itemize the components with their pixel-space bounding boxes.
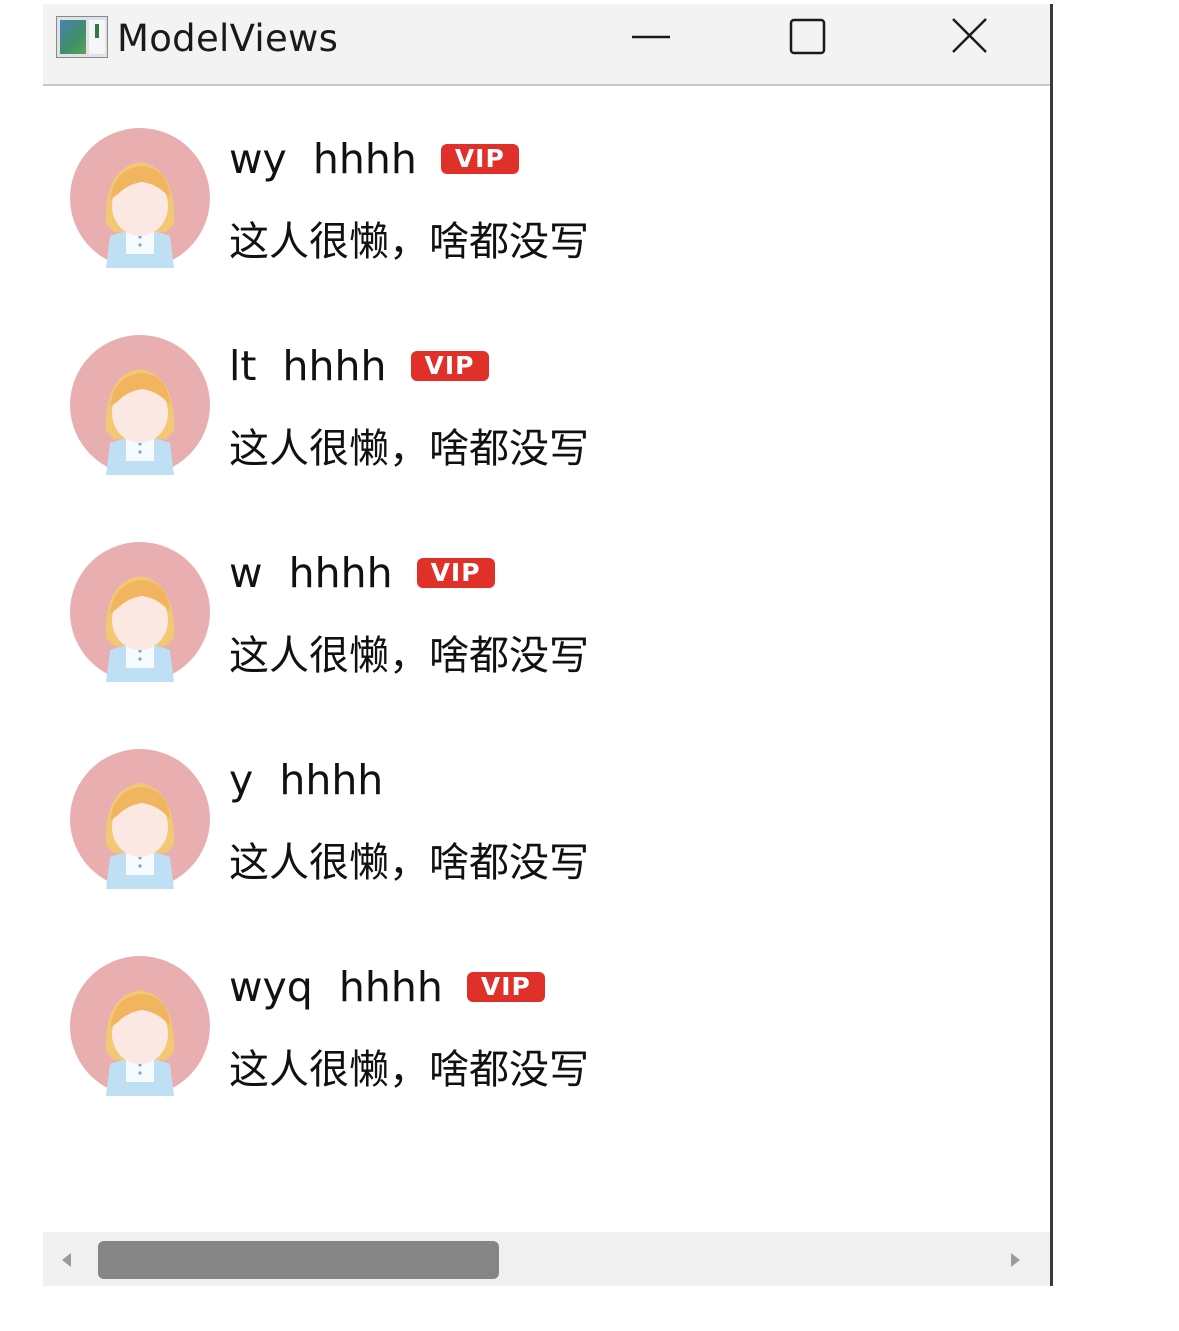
contact-name-row: lt hhhh VIP [229,341,489,391]
contact-username: wy [229,135,287,183]
horizontal-scrollbar[interactable] [43,1232,1050,1286]
contact-username: y [229,756,254,804]
window-title: ModelViews [117,17,339,60]
contact-signature: 这人很懒，啥都没写 [229,633,589,679]
contact-nickname: hhhh [282,342,387,390]
main-window: ModelViews wy hhhh VIP 这人很懒，啥都没写 lt hhhh… [43,4,1053,1286]
maximize-button[interactable] [763,4,853,82]
avatar-girl-icon [70,749,210,889]
contact-signature: 这人很懒，啥都没写 [229,1047,589,1093]
vip-badge: VIP [440,144,519,174]
contact-item[interactable]: lt hhhh VIP 这人很懒，啥都没写 [43,295,1050,502]
contact-item[interactable]: wyq hhhh VIP 这人很懒，啥都没写 [43,916,1050,1123]
contact-nickname: hhhh [288,549,393,597]
contact-nickname: hhhh [338,963,443,1011]
contact-list[interactable]: wy hhhh VIP 这人很懒，啥都没写 lt hhhh VIP 这人很懒，啥… [43,88,1050,1234]
contact-username: w [229,549,263,597]
scroll-left-arrow-icon[interactable] [55,1248,79,1272]
app-window-icon[interactable] [56,16,108,58]
contact-username: wyq [229,963,313,1011]
contact-name-row: wy hhhh VIP [229,134,519,184]
contact-item[interactable]: wy hhhh VIP 这人很懒，啥都没写 [43,88,1050,295]
contact-nickname: hhhh [312,135,417,183]
contact-signature: 这人很懒，啥都没写 [229,840,589,886]
contact-nickname: hhhh [279,756,384,804]
contact-item[interactable]: y hhhh 这人很懒，啥都没写 [43,709,1050,916]
vip-badge: VIP [416,558,495,588]
contact-name-row: w hhhh VIP [229,548,495,598]
title-bar[interactable]: ModelViews [43,4,1050,86]
contact-signature: 这人很懒，啥都没写 [229,426,589,472]
minimize-button[interactable] [606,4,696,82]
minimize-icon [632,35,670,39]
scroll-right-arrow-icon[interactable] [1003,1248,1027,1272]
avatar-girl-icon [70,335,210,475]
contact-name-row: y hhhh [229,755,383,805]
avatar-girl-icon [70,128,210,268]
avatar-girl-icon [70,956,210,1096]
close-icon [952,18,987,53]
contact-name-row: wyq hhhh VIP [229,962,545,1012]
vip-badge: VIP [410,351,489,381]
contact-item[interactable]: w hhhh VIP 这人很懒，啥都没写 [43,502,1050,709]
close-button[interactable] [923,4,1013,82]
avatar-girl-icon [70,542,210,682]
vip-badge: VIP [466,972,545,1002]
maximize-icon [789,18,826,55]
scrollbar-thumb[interactable] [98,1241,499,1279]
contact-signature: 这人很懒，啥都没写 [229,219,589,265]
contact-username: lt [229,342,257,390]
